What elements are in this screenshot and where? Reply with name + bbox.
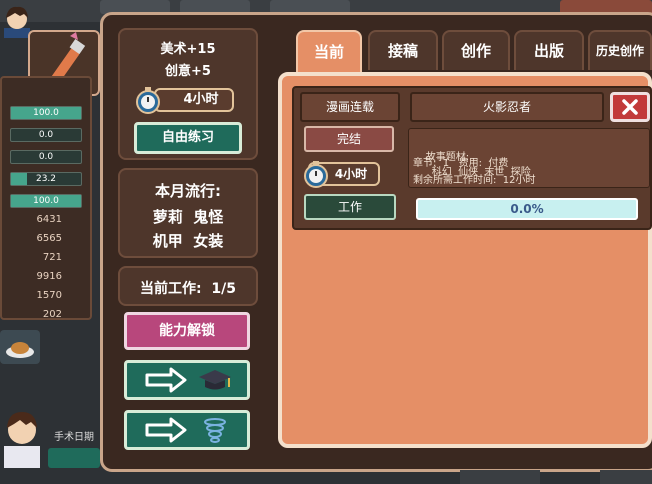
stopwatch-icon xyxy=(302,160,330,188)
trend-genres: 机甲 女装 xyxy=(152,232,224,250)
tab-history[interactable]: 历史创作 xyxy=(588,30,652,70)
practice-time-value: 4小时 xyxy=(183,92,219,107)
date-bar xyxy=(48,448,100,468)
stat-bar: 100.0 xyxy=(10,194,82,208)
remaining-time: 剩余所需工作时间: 12小时 xyxy=(413,175,536,186)
chapter-fee: 章节: 1 费用: 付费 xyxy=(413,158,509,169)
ability-unlock-button[interactable]: 能力解锁 xyxy=(124,312,250,350)
job-type: 漫画连载 xyxy=(300,92,400,122)
stat-value: 9916 xyxy=(36,271,62,282)
arrow-right-icon xyxy=(145,417,187,443)
tab-publish[interactable]: 出版 xyxy=(514,30,584,70)
close-button[interactable] xyxy=(610,92,650,122)
graduation-cap-icon xyxy=(199,370,231,390)
job-title: 火影忍者 xyxy=(410,92,604,122)
stats-panel: 100.0 0.0 0.0 23.2 100.0 6431 6565 721 9… xyxy=(0,76,92,320)
finish-series-button[interactable]: 完结 xyxy=(304,126,394,152)
arrow-right-icon xyxy=(145,367,187,393)
stopwatch-icon xyxy=(134,86,162,114)
job-info: 故事题材: 科幻 仙侠 末世 探险 章节: 1 费用: 付费 剩余所需工作时间:… xyxy=(408,128,650,188)
stat-bar: 0.0 xyxy=(10,128,82,142)
background-tile xyxy=(460,470,540,484)
background-tile xyxy=(600,470,652,484)
tornado-button[interactable] xyxy=(124,410,250,450)
tab-create[interactable]: 创作 xyxy=(442,30,510,70)
character-portrait[interactable] xyxy=(0,404,44,468)
practice-time: 4小时 xyxy=(154,88,234,112)
close-icon xyxy=(622,99,638,115)
trend-title: 本月流行: xyxy=(155,182,221,200)
stat-value: 1570 xyxy=(36,290,62,301)
stat-value: 6565 xyxy=(36,233,62,244)
tab-commission[interactable]: 接稿 xyxy=(368,30,438,70)
stat-bar: 100.0 xyxy=(10,106,82,120)
monthly-trend-panel: 本月流行: 萝莉 鬼怪 机甲 女装 xyxy=(118,168,258,258)
graduation-button[interactable] xyxy=(124,360,250,400)
skill-summary-panel: 美术+15 创意+5 4小时 自由练习 xyxy=(118,28,258,160)
free-practice-button[interactable]: 自由练习 xyxy=(134,122,242,154)
progress-bar: 0.0% xyxy=(416,198,638,220)
item-slot[interactable] xyxy=(0,330,40,364)
food-icon xyxy=(6,342,34,358)
trend-genres: 萝莉 鬼怪 xyxy=(152,208,224,226)
tab-current[interactable]: 当前 xyxy=(296,30,362,74)
whirlwind-icon xyxy=(204,418,226,443)
stat-value: 721 xyxy=(42,252,62,263)
stat-value: 202 xyxy=(42,309,62,320)
current-work-panel: 当前工作: 1/5 xyxy=(118,266,258,306)
stat-bar: 0.0 xyxy=(10,150,82,164)
art-bonus: 美术+15 xyxy=(160,42,216,57)
stat-bar: 23.2 xyxy=(10,172,82,186)
creativity-bonus: 创意+5 xyxy=(165,64,211,79)
stat-value: 6431 xyxy=(36,214,62,225)
date-label: 手术日期 xyxy=(54,432,94,443)
work-button[interactable]: 工作 xyxy=(304,194,396,220)
progress-text: 0.0% xyxy=(510,202,544,216)
current-work-count: 当前工作: 1/5 xyxy=(140,281,236,297)
